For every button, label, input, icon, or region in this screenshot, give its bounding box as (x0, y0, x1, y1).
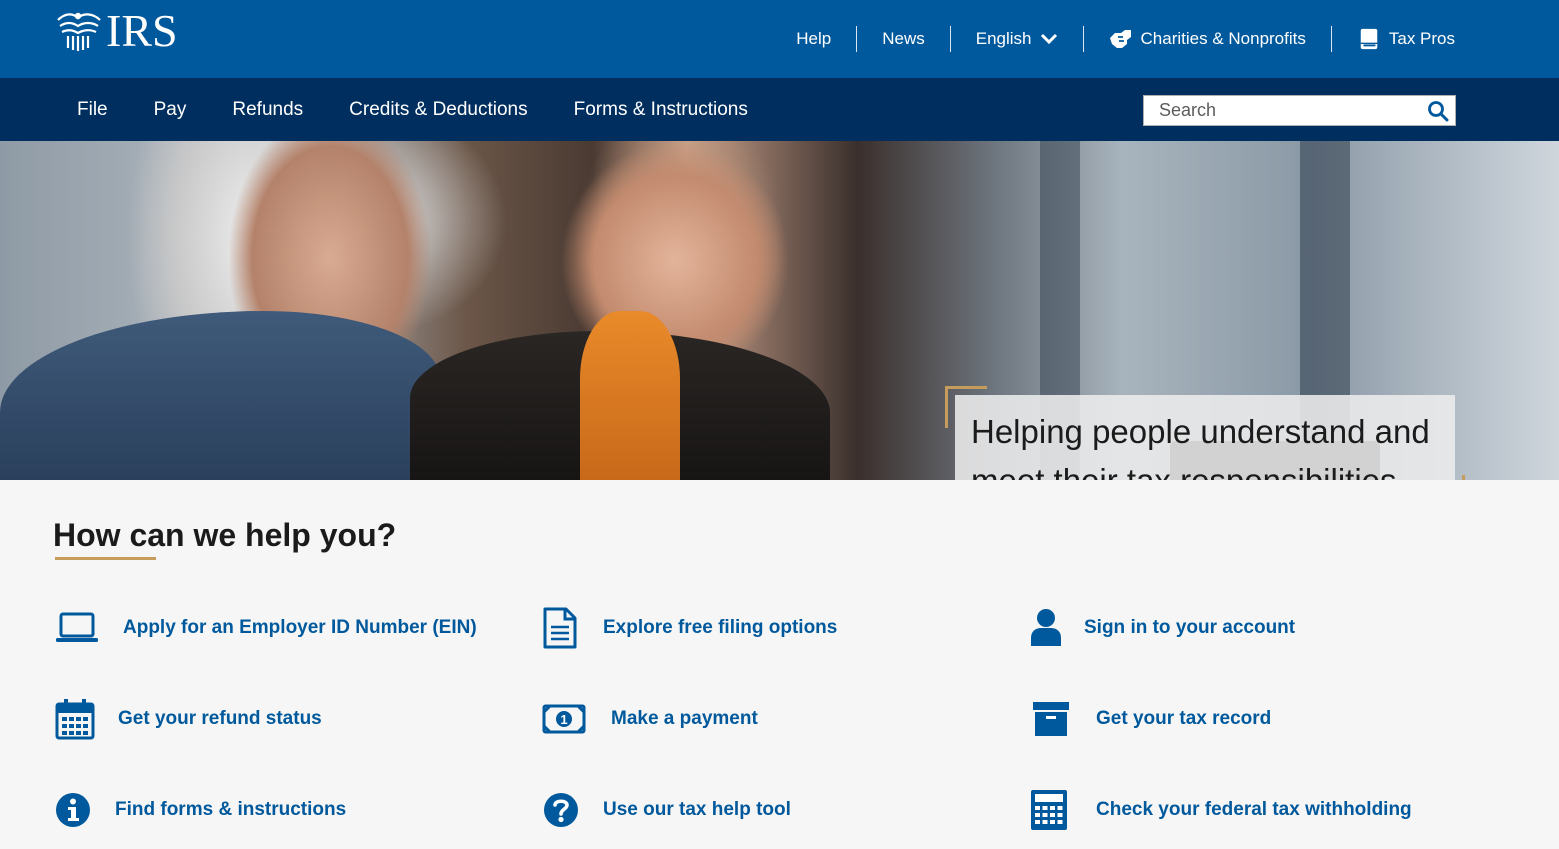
hero-caption: Helping people understand and meet their… (945, 386, 1465, 480)
top-utility-bar: IRS Help News English Charities & Nonpro… (0, 0, 1559, 78)
divider (1082, 26, 1084, 52)
main-nav-items: File Pay Refunds Credits & Deductions Fo… (54, 78, 771, 141)
task-label: Check your federal tax withholding (1096, 799, 1412, 820)
tax-pros-link[interactable]: Tax Pros (1332, 27, 1455, 51)
laptop-icon (55, 606, 99, 650)
document-icon (538, 606, 582, 650)
task-link-tax-record[interactable]: Get your tax record (1029, 697, 1271, 741)
help-label: Help (796, 29, 832, 48)
task-label: Make a payment (611, 708, 758, 729)
money-icon: 1 (542, 697, 586, 741)
task-link-forms[interactable]: Find forms & instructions (51, 788, 346, 832)
nav-item-credits-deductions[interactable]: Credits & Deductions (326, 97, 550, 123)
handshake-icon (1109, 30, 1131, 48)
task-label: Use our tax help tool (603, 799, 791, 820)
question-icon (539, 788, 583, 832)
logo-text: IRS (106, 5, 178, 56)
utility-nav: Help News English Charities & Nonprofits (771, 26, 1455, 52)
task-label: Get your tax record (1096, 708, 1272, 729)
task-label: Explore free filing options (603, 617, 838, 638)
search-box (1143, 95, 1456, 126)
chevron-down-icon (1040, 33, 1057, 45)
charities-link[interactable]: Charities & Nonprofits (1084, 27, 1331, 51)
help-link[interactable]: Help (771, 27, 856, 51)
task-link-tax-help-tool[interactable]: Use our tax help tool (539, 788, 791, 832)
task-label: Sign in to your account (1084, 617, 1296, 638)
search-icon[interactable] (1427, 100, 1449, 122)
divider (856, 26, 858, 52)
info-icon (51, 788, 95, 832)
calculator-icon (1027, 788, 1071, 832)
hero-banner: Helping people understand and meet their… (0, 141, 1559, 480)
divider (949, 26, 951, 52)
title-underline (55, 557, 156, 560)
hero-photo-region (0, 311, 440, 480)
tax-pros-label: Tax Pros (1388, 29, 1455, 48)
charities-label: Charities & Nonprofits (1140, 29, 1306, 48)
hero-caption-box: Helping people understand and meet their… (955, 395, 1455, 480)
hero-photo-region (580, 311, 680, 480)
task-label: Find forms & instructions (115, 799, 347, 820)
nav-item-forms-instructions[interactable]: Forms & Instructions (551, 97, 771, 123)
task-link-sign-in[interactable]: Sign in to your account (1024, 606, 1295, 650)
task-label: Get your refund status (118, 708, 322, 729)
irs-logo[interactable]: IRS (54, 5, 178, 56)
divider (1330, 26, 1332, 52)
hero-caption-line: meet their tax responsibilities (971, 456, 1439, 480)
task-link-ein[interactable]: Apply for an Employer ID Number (EIN) (55, 606, 477, 650)
task-link-free-filing[interactable]: Explore free filing options (538, 606, 837, 650)
task-label: Apply for an Employer ID Number (EIN) (123, 617, 477, 638)
language-label: English (975, 29, 1032, 48)
svg-text:1: 1 (560, 712, 567, 727)
news-label: News (882, 29, 925, 48)
hero-caption-line: Helping people understand and (971, 413, 1430, 450)
task-link-refund-status[interactable]: Get your refund status (53, 697, 322, 741)
search-input[interactable] (1144, 96, 1414, 125)
nav-item-file[interactable]: File (54, 97, 131, 123)
task-link-make-payment[interactable]: 1 Make a payment (542, 697, 758, 741)
task-link-withholding[interactable]: Check your federal tax withholding (1027, 788, 1412, 832)
section-title: How can we help you? (53, 517, 397, 553)
user-icon (1024, 606, 1068, 650)
language-dropdown[interactable]: English (951, 27, 1083, 51)
archive-box-icon (1029, 697, 1073, 741)
nav-item-refunds[interactable]: Refunds (209, 97, 326, 123)
main-nav: File Pay Refunds Credits & Deductions Fo… (0, 78, 1559, 141)
book-icon (1360, 28, 1378, 50)
news-link[interactable]: News (857, 27, 950, 51)
nav-item-pay[interactable]: Pay (131, 97, 210, 123)
calendar-icon (53, 697, 97, 741)
eagle-icon (57, 12, 101, 51)
